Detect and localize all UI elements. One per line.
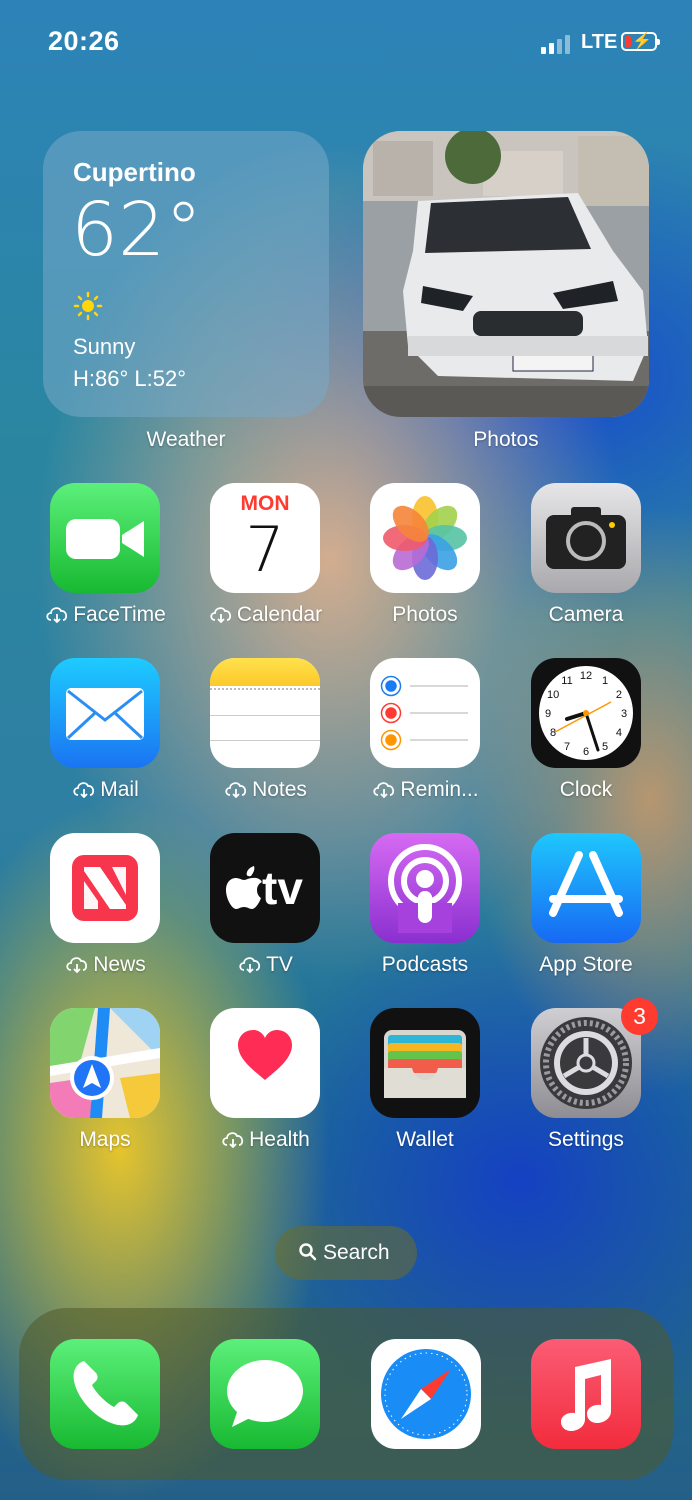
app-photos[interactable]: Photos	[345, 483, 505, 633]
apple-logo-icon	[226, 866, 262, 909]
news-icon	[50, 833, 160, 943]
photos-widget[interactable]	[363, 131, 649, 417]
app-app-store[interactable]: App Store	[506, 833, 666, 983]
tv-logo-text: tv	[262, 862, 303, 914]
clock-number: 4	[616, 727, 622, 739]
clock-number: 1	[602, 675, 608, 687]
podcasts-icon	[370, 833, 480, 943]
featured-photo	[363, 131, 649, 417]
notes-icon	[210, 658, 320, 768]
phone-icon	[73, 1361, 138, 1426]
photos-widget-label: Photos	[473, 428, 539, 451]
notification-badge: 3	[621, 998, 658, 1035]
icloud-download-icon	[46, 607, 68, 623]
app-clock[interactable]: 11 10 9 8 7 6 5 4 3 2 1 12 Clock	[506, 658, 666, 808]
search-button[interactable]: Search	[275, 1226, 417, 1280]
calendar-date: 7	[245, 513, 285, 586]
app-reminders[interactable]: Remin...	[345, 658, 505, 808]
app-settings[interactable]: 3 Settings	[506, 998, 666, 1158]
clock-number: 9	[545, 708, 551, 720]
battery-icon: ⚡	[621, 32, 660, 51]
dock-phone[interactable]	[50, 1339, 160, 1449]
clock-number: 6	[583, 746, 589, 758]
reminders-icon	[370, 658, 480, 768]
weather-city: Cupertino	[73, 157, 196, 187]
dock-music[interactable]	[531, 1339, 641, 1449]
weather-high-low: H:86° L:52°	[73, 366, 186, 391]
app-camera[interactable]: Camera	[506, 483, 666, 633]
dock-safari[interactable]	[371, 1339, 481, 1449]
icloud-download-icon	[222, 1132, 244, 1148]
signal-strength-icon	[541, 32, 575, 54]
search-label: Search	[323, 1241, 390, 1264]
app-label-calendar: Calendar	[236, 603, 323, 626]
app-store-icon	[531, 833, 641, 943]
app-label-settings: Settings	[548, 1128, 624, 1151]
clock-number: 2	[616, 689, 622, 701]
tv-icon: tv	[210, 833, 320, 943]
icloud-download-icon	[239, 957, 261, 973]
app-label-camera: Camera	[548, 603, 624, 626]
wallet-icon	[370, 1008, 480, 1118]
camera-icon	[531, 483, 641, 593]
weather-temperature: 62°	[71, 187, 203, 273]
app-label-reminders: Remin...	[400, 778, 479, 801]
sun-icon	[73, 291, 103, 321]
app-tv[interactable]: tv TV	[185, 833, 345, 983]
weather-widget-label: Weather	[146, 428, 226, 451]
calendar-icon: MON 7	[210, 483, 320, 593]
app-mail[interactable]: Mail	[25, 658, 185, 808]
app-label-health: Health	[249, 1128, 310, 1151]
safari-icon	[381, 1349, 471, 1439]
icloud-download-icon	[66, 957, 88, 973]
app-label-app-store: App Store	[539, 953, 633, 976]
app-calendar[interactable]: MON 7 Calendar	[185, 483, 345, 633]
clock-number: 7	[564, 741, 570, 753]
icloud-download-icon	[373, 782, 395, 798]
app-news[interactable]: News	[25, 833, 185, 983]
clock-number: 10	[547, 689, 559, 701]
maps-icon	[50, 1008, 160, 1118]
status-bar: 20:26 LTE ⚡	[0, 0, 692, 80]
search-icon	[299, 1243, 317, 1261]
app-maps[interactable]: Maps	[25, 1008, 185, 1158]
facetime-icon	[50, 483, 160, 593]
app-label-podcasts: Podcasts	[381, 953, 469, 976]
network-type: LTE	[581, 31, 618, 53]
app-label-photos: Photos	[392, 603, 458, 626]
status-time: 20:26	[48, 26, 120, 56]
health-icon	[210, 1008, 320, 1118]
music-icon	[561, 1359, 611, 1431]
app-notes[interactable]: Notes	[185, 658, 345, 808]
dock-messages[interactable]	[210, 1339, 320, 1449]
app-label-notes: Notes	[252, 778, 307, 801]
clock-icon: 11 10 9 8 7 6 5 4 3 2 1 12	[531, 658, 641, 768]
app-label-news: News	[93, 953, 146, 976]
app-label-tv: TV	[266, 953, 293, 976]
app-podcasts[interactable]: Podcasts	[345, 833, 505, 983]
icloud-download-icon	[225, 782, 247, 798]
app-label-wallet: Wallet	[396, 1128, 454, 1151]
photos-icon	[370, 483, 480, 593]
clock-number: 3	[621, 708, 627, 720]
clock-number: 8	[550, 727, 556, 739]
clock-number: 11	[561, 675, 572, 687]
clock-number: 5	[602, 741, 608, 753]
app-label-clock: Clock	[559, 778, 613, 801]
app-label-facetime: FaceTime	[73, 603, 166, 626]
messages-icon	[227, 1360, 303, 1427]
weather-condition: Sunny	[73, 334, 136, 359]
clock-number: 12	[580, 670, 592, 682]
weather-widget[interactable]: Cupertino 62° Sunny H:86° L:52°	[43, 131, 329, 417]
app-label-mail: Mail	[100, 778, 139, 801]
app-health[interactable]: Health	[185, 1008, 345, 1158]
icloud-download-icon	[210, 607, 231, 623]
app-wallet[interactable]: Wallet	[345, 1008, 505, 1158]
app-facetime[interactable]: FaceTime	[25, 483, 185, 633]
icloud-download-icon	[73, 782, 95, 798]
mail-icon	[50, 658, 160, 768]
app-label-maps: Maps	[79, 1128, 131, 1151]
